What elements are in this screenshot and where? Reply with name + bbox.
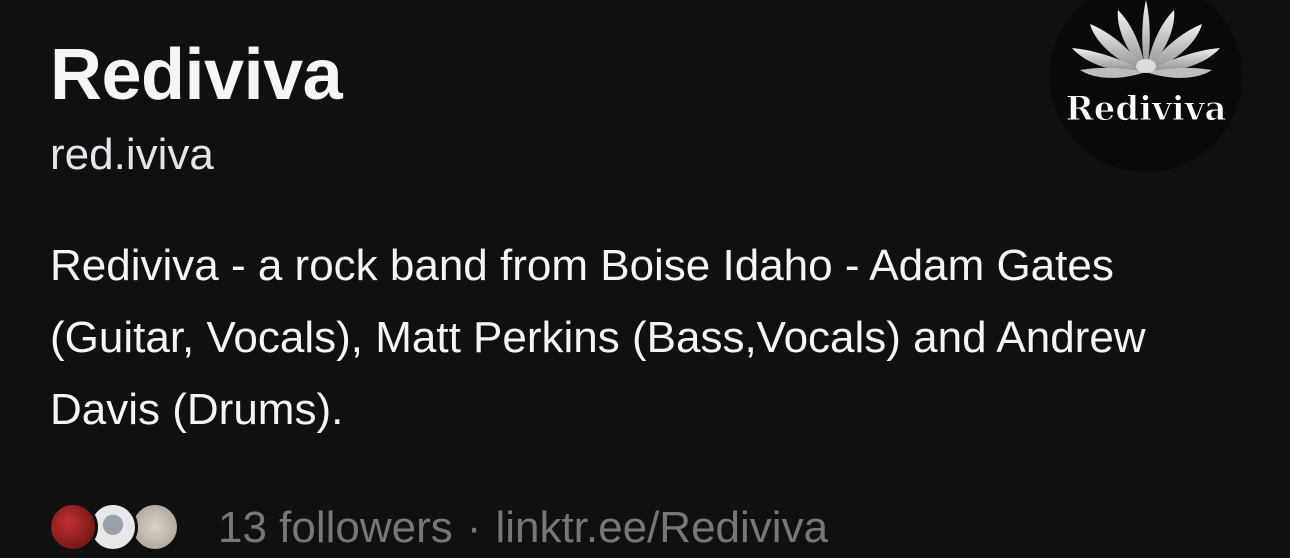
follower-avatar-1 [48,502,98,552]
lotus-flower-logo-icon: Rediviva [1065,0,1227,130]
follower-avatars[interactable] [48,498,198,558]
avatar-wordmark: Rediviva [1065,89,1226,129]
profile-link[interactable]: linktr.ee/Rediviva [495,503,828,553]
profile-meta-row: 13 followers · linktr.ee/Rediviva [48,498,828,558]
profile-avatar[interactable]: Rediviva [1050,0,1242,172]
profile-name: Rediviva [50,35,343,115]
meta-separator: · [466,503,482,552]
profile-handle[interactable]: red.iviva [50,128,214,182]
profile-bio: Rediviva - a rock band from Boise Idaho … [50,241,1146,434]
followers-count[interactable]: 13 followers [218,503,453,553]
